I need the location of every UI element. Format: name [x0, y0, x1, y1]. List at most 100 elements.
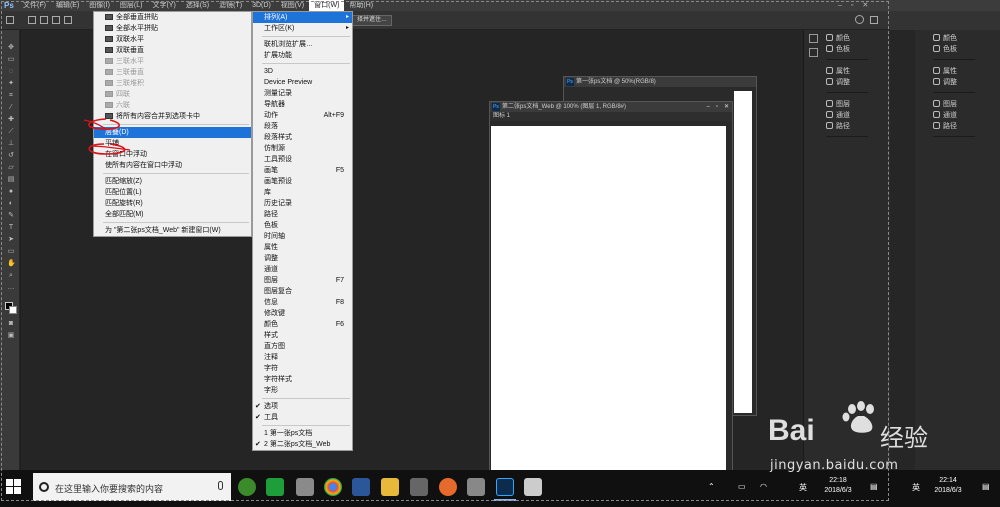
menu-9[interactable]: 窗口(W) [309, 0, 345, 11]
clock-2[interactable]: 22:14 2018/6/3 [928, 476, 968, 496]
doc-maximize-icon[interactable]: ▫ [716, 102, 718, 112]
menu-0[interactable]: 文件(F) [18, 0, 51, 11]
window-menu-panel-28[interactable]: 字符样式 [253, 374, 352, 385]
arrange-match-item-3[interactable]: 全部匹配(M) [94, 209, 251, 220]
app-wechat-icon[interactable] [266, 478, 284, 496]
window-menu-panel-24[interactable]: 样式 [253, 330, 352, 341]
properties-panel-icon[interactable] [809, 48, 818, 57]
app-360-icon[interactable] [238, 478, 256, 496]
window-menu-panel-2[interactable]: 测量记录 [253, 88, 352, 99]
menu-10[interactable]: 帮助(H) [344, 0, 378, 11]
history-panel-icon[interactable] [809, 34, 818, 43]
eyedropper-tool-icon[interactable]: ⁄ [7, 104, 15, 111]
notifications-icon[interactable]: ▤ [870, 482, 878, 491]
arrange-float-item-1[interactable]: 平铺 [94, 138, 251, 149]
window-menu-panel-23[interactable]: 颜色 F6 [253, 319, 352, 330]
brush-tool-icon[interactable]: ⟋ [7, 128, 15, 135]
window-menu-panel-26[interactable]: 注释 [253, 352, 352, 363]
intersect-selection-icon[interactable] [64, 16, 72, 24]
eraser-tool-icon[interactable]: ▱ [7, 164, 15, 171]
panel-paths[interactable]: 路径 [826, 120, 868, 131]
quick-mask-icon[interactable]: ◙ [7, 320, 15, 327]
document-canvas-2[interactable] [491, 126, 726, 476]
tray-up-icon[interactable]: ⌃ [708, 482, 715, 491]
app-tool-icon[interactable] [467, 478, 485, 496]
panel-properties[interactable]: 属性 [826, 65, 868, 76]
arrange-float-item-2[interactable]: 在窗口中浮动 [94, 149, 251, 160]
document-window-2[interactable]: Ps 第二张ps文档_Web @ 100% (图层 1, RGB/8#) – ▫… [489, 101, 733, 476]
window-menu-panel-12[interactable]: 历史记录 [253, 198, 352, 209]
menu-1[interactable]: 编辑(E) [51, 0, 84, 11]
window-menu-panel-22[interactable]: 修改键 [253, 308, 352, 319]
menu-7[interactable]: 3D(D) [247, 0, 276, 11]
window-menu-panel-15[interactable]: 时间轴 [253, 231, 352, 242]
dodge-tool-icon[interactable]: ◐ [7, 200, 15, 207]
arrange-item-2[interactable]: 双联水平 [94, 34, 251, 45]
window-menu-panel-1[interactable]: Device Preview [253, 77, 352, 88]
app-explorer-icon[interactable] [296, 478, 314, 496]
window-menu-ext-0[interactable]: 联机浏览扩展… [253, 39, 352, 50]
doc-close-icon[interactable]: ✕ [724, 102, 729, 112]
history-brush-icon[interactable]: ↺ [7, 152, 15, 159]
clone-stamp-icon[interactable]: ⊥ [7, 140, 15, 147]
subtract-selection-icon[interactable] [52, 16, 60, 24]
battery-icon[interactable]: ▭ [738, 482, 746, 491]
panel-color[interactable]: 颜色 [826, 32, 868, 43]
app-clip-icon[interactable] [524, 478, 542, 496]
app-firefox-icon[interactable] [439, 478, 457, 496]
window-menu-panel-9[interactable]: 画笔 F5 [253, 165, 352, 176]
window-menu-toggle-1[interactable]: ✔ 工具 [253, 412, 352, 423]
screen-mode-icon[interactable]: ▣ [7, 332, 15, 339]
window-menu-panel-18[interactable]: 通道 [253, 264, 352, 275]
tool-preset-icon[interactable] [6, 16, 14, 24]
shape-tool-icon[interactable]: ▭ [7, 248, 15, 255]
workspace-icon[interactable] [870, 16, 878, 24]
notifications-icon-2[interactable]: ▤ [982, 482, 990, 491]
window-menu-panel-29[interactable]: 字形 [253, 385, 352, 396]
second-panel-paths[interactable]: 路径 [933, 120, 975, 131]
close-icon[interactable]: ✕ [862, 0, 868, 11]
menu-3[interactable]: 图层(L) [115, 0, 148, 11]
window-menu-panel-13[interactable]: 路径 [253, 209, 352, 220]
window-menu-panel-10[interactable]: 画笔预设 [253, 176, 352, 187]
second-panel-adjustments[interactable]: 调整 [933, 76, 975, 87]
document-title-bar[interactable]: Ps 第二张ps文档_Web @ 100% (图层 1, RGB/8#) – ▫… [490, 102, 732, 112]
window-menu-panel-20[interactable]: 图层复合 [253, 286, 352, 297]
window-menu-panel-25[interactable]: 直方图 [253, 341, 352, 352]
document-canvas-1[interactable] [734, 91, 752, 413]
select-and-mask-button[interactable]: 择并遮住… [352, 15, 393, 26]
taskbar-search[interactable]: 在这里输入你要搜索的内容 [33, 473, 231, 501]
window-menu-panel-5[interactable]: 段落 [253, 121, 352, 132]
second-panel-swatches[interactable]: 色板 [933, 43, 975, 54]
crop-tool-icon[interactable]: ⌗ [7, 92, 15, 99]
window-menu-panel-27[interactable]: 字符 [253, 363, 352, 374]
menu-5[interactable]: 选择(S) [181, 0, 214, 11]
arrange-match-item-1[interactable]: 匹配位置(L) [94, 187, 251, 198]
panel-swatches[interactable]: 色板 [826, 43, 868, 54]
window-menu-panel-3[interactable]: 导航器 [253, 99, 352, 110]
pen-tool-icon[interactable]: ✎ [7, 212, 15, 219]
window-menu-panel-6[interactable]: 段落样式 [253, 132, 352, 143]
panel-adjustments[interactable]: 调整 [826, 76, 868, 87]
minimize-icon[interactable]: – [838, 0, 842, 11]
window-menu-top-0[interactable]: 排列(A) ▸ [253, 12, 352, 23]
second-panel-channels[interactable]: 通道 [933, 109, 975, 120]
marquee-tool-icon[interactable]: ▭ [7, 56, 15, 63]
arrange-item-9[interactable]: 将所有内容合并到选项卡中 [94, 111, 251, 122]
new-window-item[interactable]: 为 "第二张ps文档_Web" 新建窗口(W) [94, 225, 251, 236]
app-media-icon[interactable] [410, 478, 428, 496]
window-menu-panel-7[interactable]: 仿制源 [253, 143, 352, 154]
start-button[interactable] [6, 479, 22, 495]
gradient-tool-icon[interactable]: ▤ [7, 176, 15, 183]
type-tool-icon[interactable]: T [7, 224, 15, 231]
app-word-icon[interactable] [352, 478, 370, 496]
menu-2[interactable]: 图像(I) [84, 0, 115, 11]
ime-indicator[interactable]: 英 [799, 482, 807, 493]
clock[interactable]: 22:18 2018/6/3 [818, 476, 858, 496]
arrange-match-item-2[interactable]: 匹配旋转(R) [94, 198, 251, 209]
window-menu-panel-16[interactable]: 属性 [253, 242, 352, 253]
menu-4[interactable]: 文字(Y) [147, 0, 180, 11]
second-panel-properties[interactable]: 属性 [933, 65, 975, 76]
maximize-icon[interactable]: ▫ [851, 0, 853, 11]
magic-wand-icon[interactable]: ✦ [7, 80, 15, 87]
